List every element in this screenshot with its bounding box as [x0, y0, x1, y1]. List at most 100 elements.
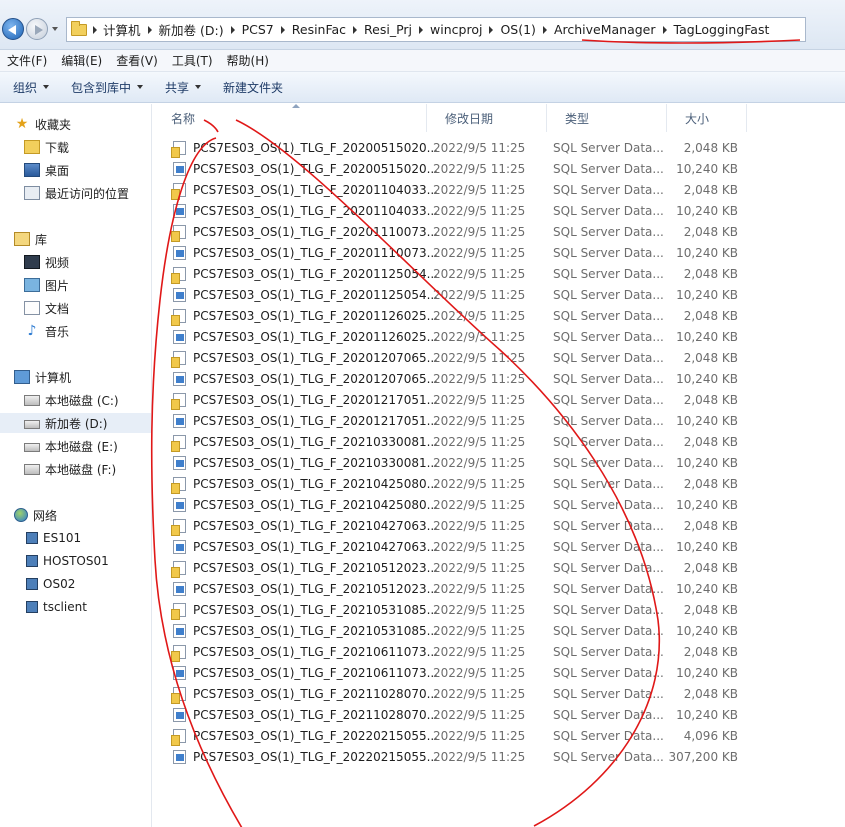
file-row[interactable]: PCS7ES03_OS(1)_TLG_F_20210330081... 2022/… — [169, 432, 745, 453]
network-computer-icon — [26, 555, 38, 567]
breadcrumb-arrow-icon[interactable] — [542, 25, 547, 34]
file-row[interactable]: PCS7ES03_OS(1)_TLG_F_20201110073... 2022/… — [169, 222, 745, 243]
file-row[interactable]: PCS7ES03_OS(1)_TLG_F_20210611073... 2022/… — [169, 642, 745, 663]
breadcrumb-arrow-icon[interactable] — [419, 25, 424, 34]
column-header-name[interactable]: 名称 — [153, 104, 427, 132]
nav-favorites[interactable]: ★ 收藏夹 — [14, 114, 164, 134]
file-type: SQL Server Data... — [553, 519, 664, 533]
nav-drive-d[interactable]: 新加卷 (D:) — [0, 413, 152, 433]
nav-downloads[interactable]: 下载 — [24, 137, 174, 157]
file-row[interactable]: PCS7ES03_OS(1)_TLG_F_20201217051... 2022/… — [169, 390, 745, 411]
file-size: 10,240 KB — [676, 666, 738, 680]
file-name: PCS7ES03_OS(1)_TLG_F_20201126025... — [193, 309, 439, 323]
network-computer-icon — [26, 532, 38, 544]
breadcrumb-item[interactable]: TagLoggingFast — [674, 22, 770, 37]
nav-recent-places[interactable]: 最近访问的位置 — [24, 183, 174, 203]
nav-pictures[interactable]: 图片 — [24, 275, 174, 295]
star-icon: ★ — [15, 116, 29, 132]
breadcrumb-arrow-icon[interactable] — [662, 25, 667, 34]
file-row[interactable]: PCS7ES03_OS(1)_TLG_F_20201207065... 2022/… — [169, 348, 745, 369]
breadcrumb-item[interactable]: wincproj — [430, 22, 482, 37]
file-row[interactable]: PCS7ES03_OS(1)_TLG_F_20201207065... 2022/… — [169, 369, 745, 390]
breadcrumb-arrow-icon[interactable] — [489, 25, 494, 34]
file-row[interactable]: PCS7ES03_OS(1)_TLG_F_20201104033... 2022/… — [169, 180, 745, 201]
breadcrumb-item[interactable]: 计算机 — [103, 20, 141, 39]
file-size: 10,240 KB — [676, 708, 738, 722]
breadcrumb-item[interactable]: 新加卷 (D:) — [159, 20, 224, 39]
nav-documents[interactable]: 文档 — [24, 298, 174, 318]
drive-icon — [24, 442, 40, 452]
nav-drive-e[interactable]: 本地磁盘 (E:) — [24, 436, 174, 456]
breadcrumb-arrow-icon[interactable] — [353, 25, 358, 34]
file-row[interactable]: PCS7ES03_OS(1)_TLG_F_20201110073... 2022/… — [169, 243, 745, 264]
file-row[interactable]: PCS7ES03_OS(1)_TLG_F_20210427063... 2022/… — [169, 516, 745, 537]
menu-item[interactable]: 查看(V) — [109, 52, 165, 69]
breadcrumb-root-arrow-icon[interactable] — [93, 25, 97, 34]
include-in-library-button[interactable]: 包含到库中 — [64, 79, 150, 96]
file-row[interactable]: PCS7ES03_OS(1)_TLG_F_20201125054... 2022/… — [169, 264, 745, 285]
drive-icon — [24, 463, 40, 475]
file-size: 10,240 KB — [676, 414, 738, 428]
file-row[interactable]: PCS7ES03_OS(1)_TLG_F_20210531085... 2022/… — [169, 600, 745, 621]
organize-button[interactable]: 组织 — [6, 79, 56, 96]
new-folder-button[interactable]: 新建文件夹 — [216, 79, 290, 96]
file-name: PCS7ES03_OS(1)_TLG_F_20201207065... — [193, 351, 439, 365]
file-row[interactable]: PCS7ES03_OS(1)_TLG_F_20210512023... 2022/… — [169, 579, 745, 600]
breadcrumb-item[interactable]: Resi_Prj — [364, 22, 412, 37]
file-row[interactable]: PCS7ES03_OS(1)_TLG_F_20220215055... 2022/… — [169, 747, 745, 768]
nav-drive-c[interactable]: 本地磁盘 (C:) — [24, 390, 174, 410]
file-row[interactable]: PCS7ES03_OS(1)_TLG_F_20201126025... 2022/… — [169, 306, 745, 327]
file-row[interactable]: PCS7ES03_OS(1)_TLG_F_20220215055... 2022/… — [169, 726, 745, 747]
file-row[interactable]: PCS7ES03_OS(1)_TLG_F_20210611073... 2022/… — [169, 663, 745, 684]
nav-desktop[interactable]: 桌面 — [24, 160, 174, 180]
breadcrumb-item[interactable]: OS(1) — [500, 22, 535, 37]
file-row[interactable]: PCS7ES03_OS(1)_TLG_F_20210427063... 2022/… — [169, 537, 745, 558]
nav-videos[interactable]: 视频 — [24, 252, 174, 272]
file-row[interactable]: PCS7ES03_OS(1)_TLG_F_20210531085... 2022/… — [169, 621, 745, 642]
menu-item[interactable]: 工具(T) — [165, 52, 220, 69]
nav-music-label: 音乐 — [45, 324, 70, 339]
file-size: 10,240 KB — [676, 288, 738, 302]
file-row[interactable]: PCS7ES03_OS(1)_TLG_F_20201104033... 2022/… — [169, 201, 745, 222]
address-bar[interactable]: 计算机 新加卷 (D:) PCS7 ResinFac Resi_Prj wincproj O… — [66, 17, 806, 42]
column-header-type[interactable]: 类型 — [547, 104, 667, 132]
back-button[interactable] — [2, 18, 24, 40]
nav-computer[interactable]: 计算机 — [14, 367, 164, 387]
menu-item[interactable]: 编辑(E) — [54, 52, 109, 69]
recent-pages-dropdown-icon[interactable] — [52, 27, 58, 31]
nav-music[interactable]: ♪ 音乐 — [24, 321, 174, 341]
file-row[interactable]: PCS7ES03_OS(1)_TLG_F_20210425080... 2022/… — [169, 474, 745, 495]
file-type: SQL Server Data... — [553, 477, 664, 491]
file-row[interactable]: PCS7ES03_OS(1)_TLG_F_20201125054... 2022/… — [169, 285, 745, 306]
menu-item[interactable]: 帮助(H) — [220, 52, 276, 69]
file-modified-date: 2022/9/5 11:25 — [433, 750, 526, 764]
breadcrumb-arrow-icon[interactable] — [230, 25, 235, 34]
file-row[interactable]: PCS7ES03_OS(1)_TLG_F_20200515020... 2022/… — [169, 159, 745, 180]
file-row[interactable]: PCS7ES03_OS(1)_TLG_F_20210512023... 2022/… — [169, 558, 745, 579]
file-row[interactable]: PCS7ES03_OS(1)_TLG_F_20211028070... 2022/… — [169, 684, 745, 705]
breadcrumb-arrow-icon[interactable] — [147, 25, 152, 34]
file-row[interactable]: PCS7ES03_OS(1)_TLG_F_20211028070... 2022/… — [169, 705, 745, 726]
breadcrumb-item[interactable]: ResinFac — [292, 22, 346, 37]
file-row[interactable]: PCS7ES03_OS(1)_TLG_F_20201217051... 2022/… — [169, 411, 745, 432]
sql-data-file-icon — [173, 246, 186, 260]
file-row[interactable]: PCS7ES03_OS(1)_TLG_F_20201126025... 2022/… — [169, 327, 745, 348]
nav-network[interactable]: 网络 — [14, 505, 164, 525]
nav-libraries[interactable]: 库 — [14, 229, 164, 249]
file-name: PCS7ES03_OS(1)_TLG_F_20201110073... — [193, 246, 439, 260]
column-header-size[interactable]: 大小 — [667, 104, 747, 132]
menu-item[interactable]: 文件(F) — [0, 52, 54, 69]
forward-button[interactable] — [26, 18, 48, 40]
file-row[interactable]: PCS7ES03_OS(1)_TLG_F_20200515020... 2022/… — [169, 138, 745, 159]
breadcrumb-item[interactable]: PCS7 — [242, 22, 274, 37]
share-button[interactable]: 共享 — [158, 79, 208, 96]
breadcrumb-item[interactable]: ArchiveManager — [554, 22, 656, 37]
breadcrumb-arrow-icon[interactable] — [280, 25, 285, 34]
file-type: SQL Server Data... — [553, 225, 664, 239]
nav-drive-f[interactable]: 本地磁盘 (F:) — [24, 459, 174, 479]
file-row[interactable]: PCS7ES03_OS(1)_TLG_F_20210425080... 2022/… — [169, 495, 745, 516]
file-name: PCS7ES03_OS(1)_TLG_F_20210512023... — [193, 582, 439, 596]
column-header-modified[interactable]: 修改日期 — [427, 104, 547, 132]
file-name: PCS7ES03_OS(1)_TLG_F_20210531085... — [193, 603, 439, 617]
file-row[interactable]: PCS7ES03_OS(1)_TLG_F_20210330081... 2022/… — [169, 453, 745, 474]
